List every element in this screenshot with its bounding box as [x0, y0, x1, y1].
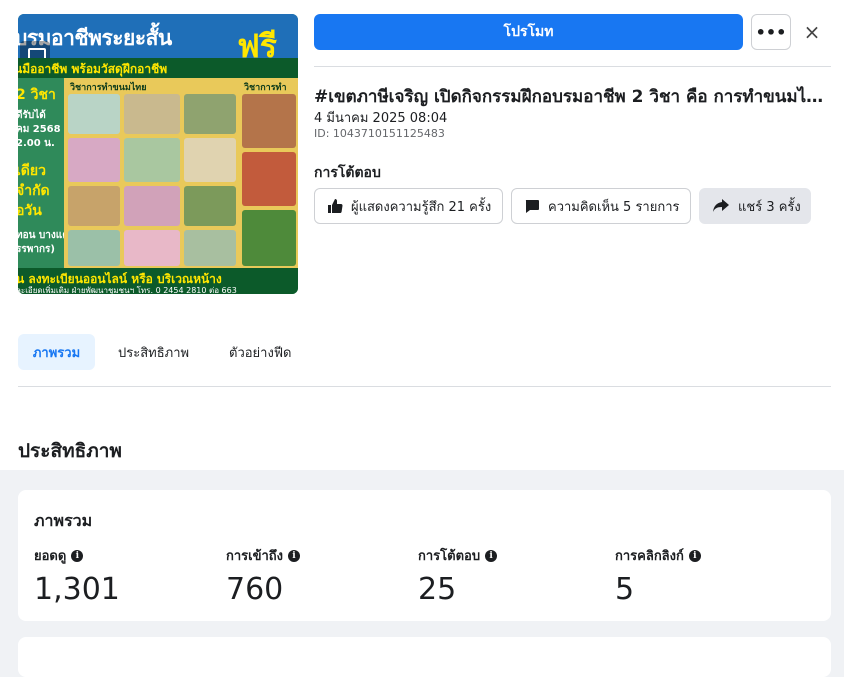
comment-icon — [525, 200, 539, 213]
shares-label: แชร์ 3 ครั้ง — [738, 199, 801, 215]
shares-button[interactable]: แชร์ 3 ครั้ง — [699, 188, 811, 224]
food-photo — [184, 138, 236, 182]
food-photo — [124, 186, 180, 226]
thumbnail-left-text: ดีรับได้ — [18, 110, 46, 121]
food-photo — [184, 230, 236, 266]
reactions-button[interactable]: ผู้แสดงความรู้สึก 21 ครั้ง — [314, 188, 503, 224]
post-panel: บรมอาชีพระยะสั้น ฟรี นมืออาชีพ พร้อมวัสด… — [0, 0, 844, 470]
metric-label: ยอดดู — [34, 549, 67, 564]
thumbnail-footer: น ลงทะเบียนออนไลน์ หรือ บริเวณหน้าง ละเอ… — [18, 268, 298, 294]
section-title: ประสิทธิภาพ — [18, 440, 122, 462]
thumbnail-subline: นมืออาชีพ พร้อมวัสดุฝึกอาชีพ — [18, 58, 298, 78]
engagement-heading: การโต้ตอบ — [314, 165, 381, 181]
metric-value: 1,301 — [34, 572, 120, 607]
overview-card: ภาพรวม ยอดดู i 1,301 การเข้าถึง i 760 กา… — [18, 490, 831, 621]
metric-label: การโต้ตอบ — [418, 549, 481, 564]
post-date: 4 มีนาคม 2025 08:04 — [314, 111, 448, 126]
close-icon: × — [803, 20, 821, 44]
post-title: #เขตภาษีเจริญ เปิดกิจกรรมฝึกอบรมอาชีพ 2 … — [314, 87, 831, 107]
thumbnail-subline-text: นมืออาชีพ พร้อมวัสดุฝึกอาชีพ — [18, 62, 168, 76]
metric-value: 760 — [226, 572, 284, 607]
food-photo — [184, 94, 236, 134]
thumbnail-left-text: อวัน — [18, 203, 42, 219]
next-card — [18, 637, 831, 677]
food-photo — [124, 230, 180, 266]
metric-label: การเข้าถึง — [226, 549, 284, 564]
thumbnail-left-column: 2 วิชา ดีรับได้ คม 2568 2.00 น. เดียว จำ… — [18, 78, 69, 268]
thumbnail-footer-subtext: ละเอียดเพิ่มเติม ฝ่ายพัฒนาชุมชนฯ โทร. 0 … — [18, 286, 237, 294]
food-photo — [68, 230, 120, 266]
food-photo — [68, 94, 120, 134]
more-options-button[interactable]: ••• — [751, 14, 791, 50]
thumbnail-food-grid: วิชาการทำขนมไทย วิชาการทำ — [64, 78, 298, 268]
comments-label: ความคิดเห็น 5 รายการ — [548, 199, 680, 215]
food-photo — [124, 138, 180, 182]
info-icon[interactable]: i — [71, 549, 84, 562]
food-photo — [184, 186, 236, 226]
metric-reach: การเข้าถึง i 760 — [226, 545, 301, 607]
thumbs-up-icon — [328, 199, 343, 213]
thumbnail-left-text: ทอน บางแค — [18, 230, 69, 241]
thumbnail-left-text: จำกัด — [18, 183, 50, 199]
thumbnail-left-text: คม 2568 — [18, 124, 61, 135]
metric-views: ยอดดู i 1,301 — [34, 545, 120, 607]
tab-overview[interactable]: ภาพรวม — [18, 334, 95, 370]
card-title: ภาพรวม — [34, 511, 93, 530]
divider — [314, 66, 831, 67]
metric-engagement: การโต้ตอบ i 25 — [418, 545, 498, 607]
close-button[interactable]: × — [799, 17, 825, 47]
metric-label: การคลิกลิงก์ — [615, 549, 684, 564]
comments-button[interactable]: ความคิดเห็น 5 รายการ — [511, 188, 691, 224]
post-thumbnail[interactable]: บรมอาชีพระยะสั้น ฟรี นมืออาชีพ พร้อมวัสด… — [18, 14, 298, 294]
post-id: ID: 1043710151125483 — [314, 127, 445, 140]
food-photo — [242, 210, 296, 266]
info-icon[interactable]: i — [688, 549, 701, 562]
thumbnail-left-text: เดียว — [18, 163, 46, 179]
food-photo — [242, 94, 296, 148]
food-photo — [68, 186, 120, 226]
tab-performance[interactable]: ประสิทธิภาพ — [106, 334, 201, 370]
food-photo — [68, 138, 120, 182]
promote-button[interactable]: โปรโมท — [314, 14, 743, 50]
thumbnail-grid-label: วิชาการทำ — [244, 83, 287, 93]
metric-link-clicks: การคลิกลิงก์ i 5 — [615, 545, 701, 607]
food-photo — [124, 94, 180, 134]
food-photo — [242, 152, 296, 206]
thumbnail-left-text: รรพากร) — [18, 244, 55, 255]
divider — [18, 386, 831, 387]
share-icon — [713, 199, 729, 212]
thumbnail-left-text: 2.00 น. — [18, 138, 55, 149]
more-icon: ••• — [755, 22, 787, 42]
thumbnail-grid-label: วิชาการทำขนมไทย — [70, 83, 147, 93]
tab-feed-preview[interactable]: ตัวอย่างฟีด — [217, 334, 303, 370]
info-icon[interactable]: i — [485, 549, 498, 562]
metric-value: 5 — [615, 572, 635, 607]
reactions-label: ผู้แสดงความรู้สึก 21 ครั้ง — [351, 199, 492, 215]
thumbnail-left-text: 2 วิชา — [18, 87, 56, 103]
info-icon[interactable]: i — [288, 549, 301, 562]
metric-value: 25 — [418, 572, 457, 607]
